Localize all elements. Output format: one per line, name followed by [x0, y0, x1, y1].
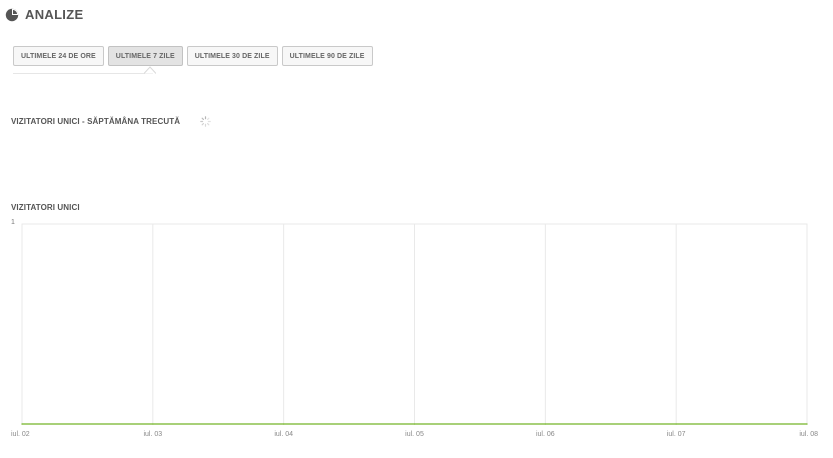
time-range-tabs: ULTIMELE 24 DE ORE ULTIMELE 7 ZILE ULTIM…	[13, 46, 373, 66]
x-tick-label: iul. 02	[11, 431, 30, 438]
x-tick-label: iul. 06	[535, 431, 555, 438]
unique-visitors-chart-title: VIZITATORI UNICI	[11, 203, 80, 212]
data-point	[806, 423, 808, 425]
data-point	[152, 423, 154, 425]
data-point	[675, 423, 677, 425]
unique-visitors-chart	[21, 223, 808, 425]
x-tick-label: iul. 03	[143, 431, 163, 438]
active-tab-pointer	[144, 66, 156, 74]
x-tick-label: iul. 08	[799, 431, 818, 438]
tab-last-24-hours[interactable]: ULTIMELE 24 DE ORE	[13, 46, 104, 66]
x-tick-label: iul. 07	[666, 431, 686, 438]
page-title: ANALIZE	[25, 7, 84, 22]
data-point	[21, 423, 23, 425]
loading-spinner-icon	[200, 116, 211, 127]
tab-underline	[13, 73, 153, 74]
data-point	[413, 423, 416, 425]
tab-last-90-days[interactable]: ULTIMELE 90 DE ZILE	[281, 46, 373, 66]
x-tick-label: iul. 05	[405, 431, 424, 438]
page-header: ANALIZE	[5, 7, 83, 22]
tab-last-30-days[interactable]: ULTIMELE 30 DE ZILE	[186, 46, 278, 66]
last-week-visitors-title: VIZITATORI UNICI - SĂPTĂMÂNA TRECUTĂ	[11, 117, 181, 126]
pie-chart-icon	[5, 8, 19, 22]
data-point	[282, 423, 285, 425]
tab-last-7-days[interactable]: ULTIMELE 7 ZILE	[107, 46, 183, 66]
x-tick-label: iul. 04	[274, 431, 293, 438]
data-point	[544, 423, 547, 425]
